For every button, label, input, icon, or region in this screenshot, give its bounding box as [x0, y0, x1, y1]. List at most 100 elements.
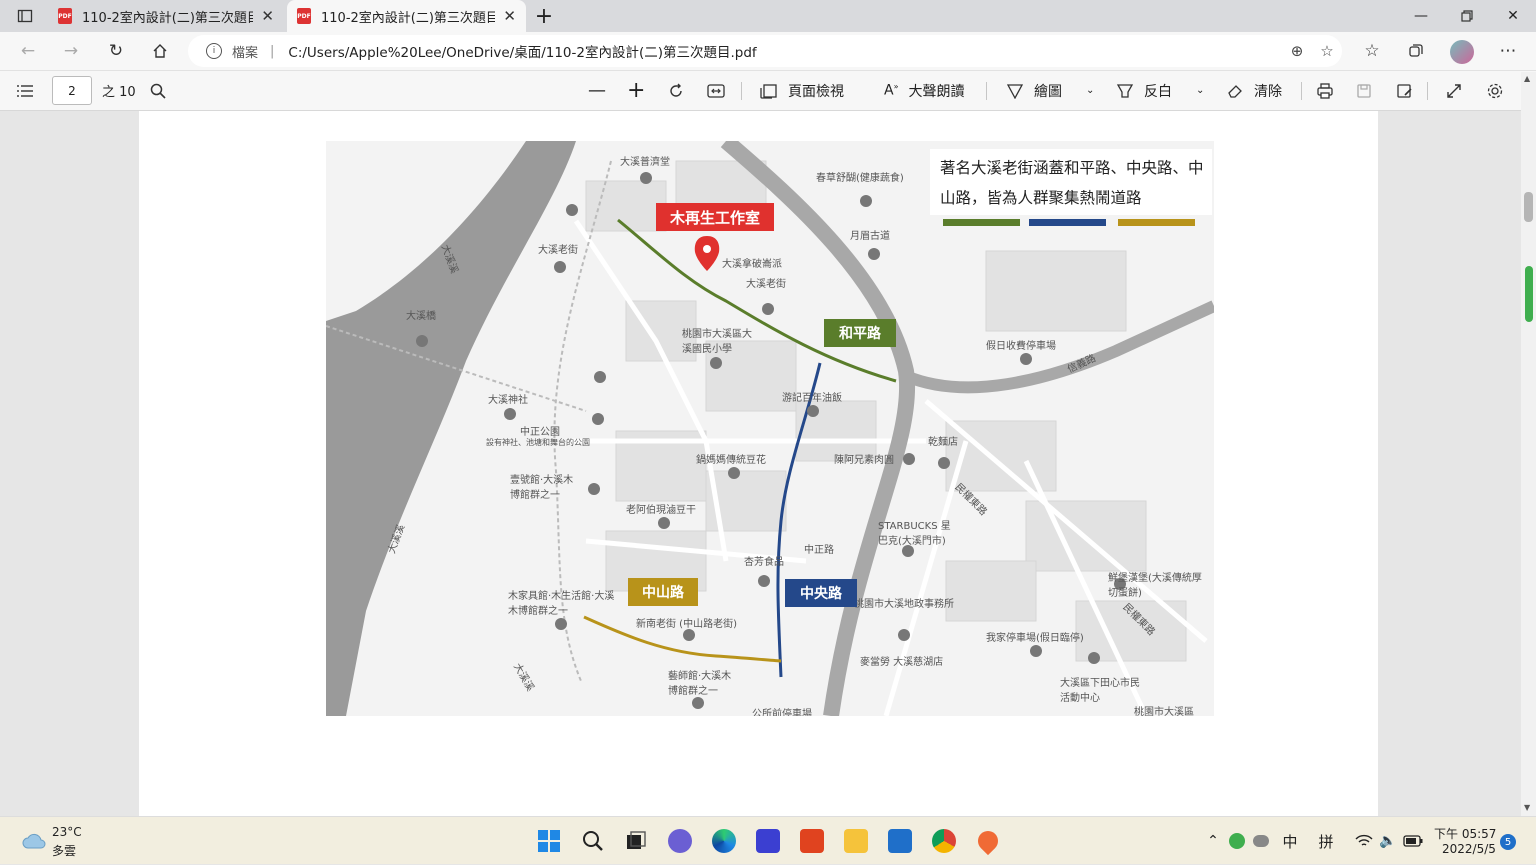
- gear-icon[interactable]: [1486, 70, 1504, 111]
- map-label: 木家具館·木生活館·大溪木博館群之一: [508, 591, 615, 617]
- edge-icon[interactable]: [711, 817, 737, 865]
- url-text[interactable]: C:/Users/Apple%20Lee/OneDrive/桌面/110-2室內…: [288, 41, 1282, 61]
- clock-time[interactable]: 下午 05:57: [1434, 825, 1496, 842]
- map-label: 春草舒醐(健康蔬食): [816, 173, 904, 184]
- tab-1[interactable]: PDF 110-2室內設計(二)第三次題目.pc ✕: [48, 0, 284, 32]
- home-button[interactable]: [146, 37, 174, 65]
- zoom-out-button[interactable]: —: [588, 70, 606, 111]
- url-box[interactable]: i 檔案 | C:/Users/Apple%20Lee/OneDrive/桌面/…: [188, 35, 1342, 67]
- close-icon[interactable]: ✕: [503, 7, 516, 25]
- heping-road-tag: 和平路: [824, 319, 896, 347]
- legend-zhongyang: [1029, 219, 1106, 226]
- legend-zhongshan: [1118, 219, 1195, 226]
- print-icon[interactable]: [1316, 70, 1334, 111]
- tab-2[interactable]: PDF 110-2室內設計(二)第三次題目.pc ✕: [287, 0, 526, 32]
- fullscreen-icon[interactable]: [1446, 70, 1462, 111]
- close-icon[interactable]: ✕: [261, 7, 274, 25]
- chevron-down-icon[interactable]: ⌄: [1196, 85, 1204, 96]
- rotate-icon[interactable]: [667, 70, 685, 111]
- ime-language[interactable]: 中: [1280, 817, 1300, 865]
- volume-icon[interactable]: 🔈: [1378, 817, 1398, 865]
- chevron-down-icon[interactable]: ⌄: [1086, 85, 1094, 96]
- clock-date[interactable]: 2022/5/5: [1442, 842, 1496, 856]
- weather-temp: 23°C: [52, 825, 82, 839]
- zhongshan-road-tag: 中山路: [628, 578, 698, 606]
- scrollbar-thumb[interactable]: [1524, 192, 1533, 222]
- app-icon[interactable]: [755, 817, 781, 865]
- map-label: 鮮堡漢堡(大溪傳統厚切蛋餅): [1108, 573, 1202, 599]
- draw-label: 繪圖: [1034, 83, 1062, 100]
- map-label: 新南老街 (中山路老街): [636, 619, 737, 630]
- search-icon[interactable]: [150, 70, 166, 111]
- close-window-button[interactable]: ✕: [1490, 0, 1536, 32]
- tab-bar: PDF 110-2室內設計(二)第三次題目.pc ✕ PDF 110-2室內設計…: [0, 0, 1536, 32]
- forward-button[interactable]: →: [57, 37, 85, 65]
- map-label: 藝師館·大溪木博館群之一: [668, 671, 732, 697]
- map-label: 大溪橋: [406, 311, 436, 322]
- search-icon[interactable]: [580, 817, 606, 865]
- scroll-up-icon[interactable]: ▲: [1524, 74, 1530, 83]
- highlight-icon: [1116, 83, 1134, 98]
- add-favorite-icon[interactable]: ☆: [1312, 42, 1342, 60]
- map-image: 大溪普濟堂 春草舒醐(健康蔬食) 月眉古道 大溪老街 大溪拿破崙派 大溪老街 大…: [326, 141, 1214, 716]
- map-label: 老阿伯現滷豆干: [626, 505, 696, 516]
- show-hidden-icons-chevron-icon[interactable]: ⌃: [1204, 817, 1222, 865]
- highlight-button[interactable]: 反白 ⌄: [1116, 70, 1204, 111]
- pdf-icon: PDF: [297, 8, 311, 24]
- ime-mode[interactable]: 拼: [1316, 817, 1336, 865]
- map-label: 我家停車場(假日臨停): [986, 633, 1084, 644]
- chrome-icon[interactable]: [931, 817, 957, 865]
- map-label: 桃園市大溪區: [1134, 707, 1194, 716]
- contents-icon[interactable]: [16, 70, 34, 111]
- read-aloud-button[interactable]: A» 大聲朗讀: [884, 70, 964, 111]
- folder-icon[interactable]: [843, 817, 869, 865]
- more-icon[interactable]: ⋯: [1494, 37, 1522, 65]
- save-as-icon[interactable]: [1396, 70, 1414, 111]
- page-number-input[interactable]: 2: [52, 76, 92, 105]
- task-view-icon[interactable]: [623, 817, 649, 865]
- map-label: 公所前停車場: [752, 709, 812, 716]
- erase-button[interactable]: 清除: [1226, 70, 1282, 111]
- map-label: 麥當勞 大溪慈湖店: [860, 657, 944, 668]
- maximize-button[interactable]: [1444, 0, 1490, 32]
- minimize-button[interactable]: —: [1398, 0, 1444, 32]
- collections-icon[interactable]: [1402, 37, 1430, 65]
- tab-title: 110-2室內設計(二)第三次題目.pc: [82, 10, 254, 26]
- map-note: 著名大溪老街涵蓋和平路、中央路、中山路，皆為人群聚集熱鬧道路: [940, 159, 1204, 207]
- read-aloud-icon: A»: [884, 82, 899, 99]
- scheme-label: 檔案: [232, 45, 259, 61]
- chat-icon[interactable]: [667, 817, 693, 865]
- avatar[interactable]: [1450, 40, 1474, 64]
- save-icon[interactable]: [1356, 70, 1372, 111]
- scroll-down-icon[interactable]: ▼: [1524, 803, 1530, 812]
- zoom-in-button[interactable]: +: [627, 70, 645, 111]
- zoom-icon[interactable]: ⊕: [1282, 42, 1312, 60]
- map-pin-app-icon[interactable]: [973, 817, 1003, 865]
- scrollbar[interactable]: [1521, 72, 1536, 816]
- map-label: 假日收費停車場: [986, 341, 1056, 352]
- tray-app-icon[interactable]: [1228, 817, 1246, 865]
- refresh-button[interactable]: ↻: [102, 37, 130, 65]
- side-indicator: [1525, 266, 1533, 322]
- weather-cloud-icon[interactable]: [20, 817, 48, 865]
- mail-icon[interactable]: [887, 817, 913, 865]
- read-aloud-label: 大聲朗讀: [908, 83, 965, 100]
- map-label: 大溪拿破崙派: [722, 259, 782, 270]
- fit-page-icon[interactable]: [707, 70, 725, 111]
- tab-actions-icon[interactable]: [2, 0, 48, 32]
- favorites-icon[interactable]: ☆: [1358, 37, 1386, 65]
- wifi-icon[interactable]: [1354, 817, 1374, 865]
- back-button[interactable]: ←: [14, 37, 42, 65]
- draw-button[interactable]: 繪圖 ⌄: [1006, 70, 1094, 111]
- page-view-button[interactable]: 頁面檢視: [760, 70, 844, 111]
- office-icon[interactable]: [799, 817, 825, 865]
- tray-cloud-icon[interactable]: [1252, 817, 1270, 865]
- map-label: 大溪老街: [538, 245, 578, 256]
- battery-icon[interactable]: [1402, 817, 1424, 865]
- start-windows-icon[interactable]: [536, 817, 562, 865]
- toolbar-divider: [741, 82, 742, 100]
- new-tab-button[interactable]: +: [521, 0, 567, 32]
- notification-badge[interactable]: 5: [1500, 834, 1516, 850]
- info-icon[interactable]: i: [206, 43, 222, 59]
- map-label: 乾麵店: [928, 437, 958, 448]
